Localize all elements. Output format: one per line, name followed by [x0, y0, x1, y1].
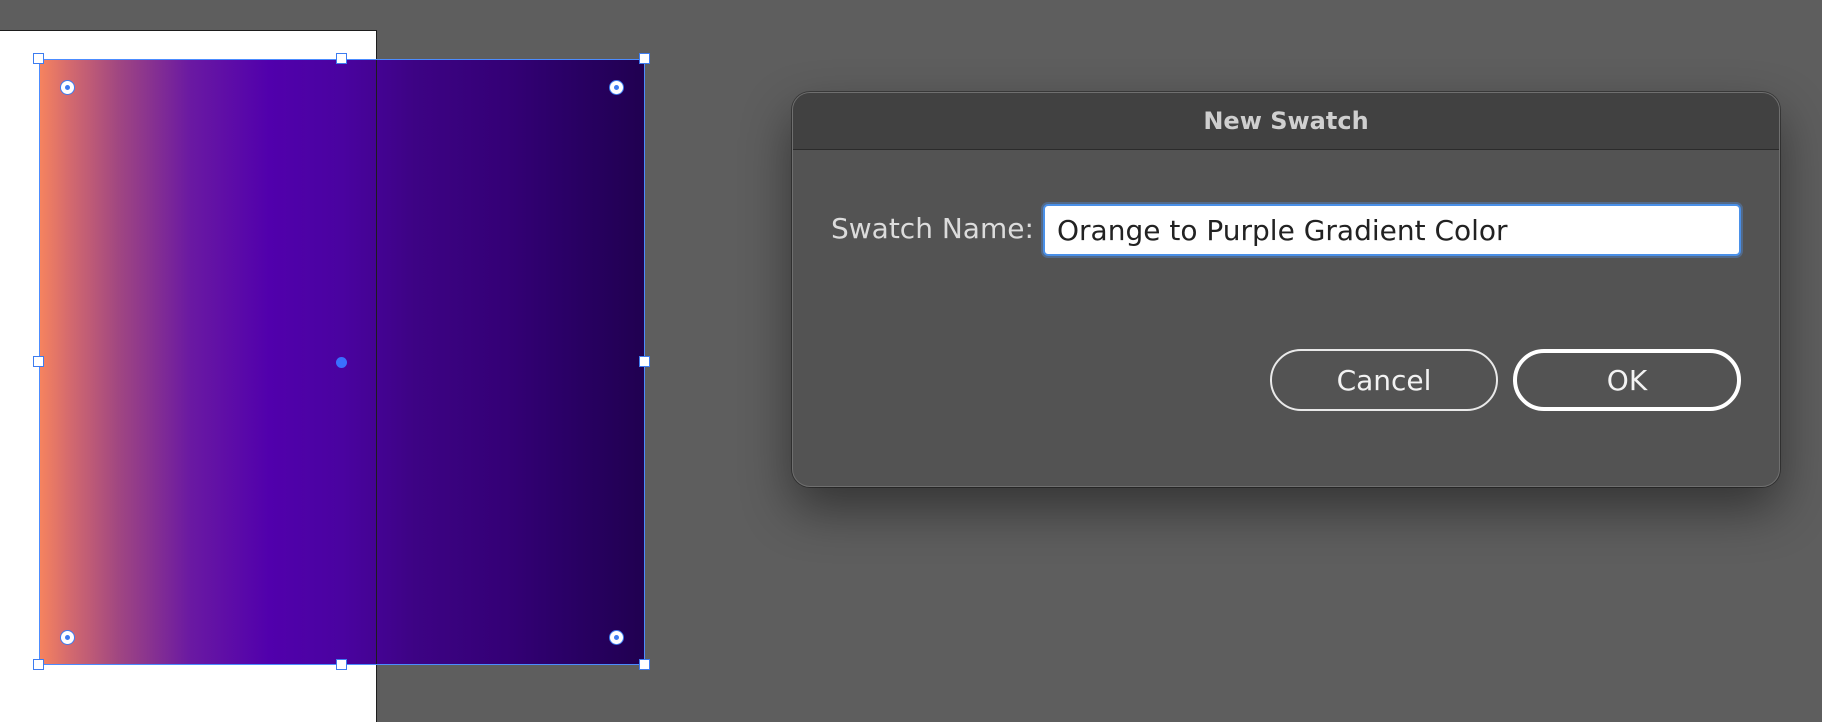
cancel-button[interactable]: Cancel: [1270, 349, 1498, 411]
dialog-titlebar: New Swatch: [793, 93, 1779, 150]
resize-handle-top-left[interactable]: [33, 53, 44, 64]
corner-radius-widget-bottom-right[interactable]: [609, 630, 624, 645]
corner-radius-widget-bottom-left[interactable]: [60, 630, 75, 645]
resize-handle-bottom-right[interactable]: [639, 659, 650, 670]
center-point-dot: [336, 357, 347, 368]
resize-handle-middle-right[interactable]: [639, 356, 650, 367]
dialog-title: New Swatch: [1203, 107, 1369, 135]
corner-radius-widget-top-left[interactable]: [60, 80, 75, 95]
resize-handle-top-middle[interactable]: [336, 53, 347, 64]
resize-handle-bottom-left[interactable]: [33, 659, 44, 670]
resize-handle-top-right[interactable]: [639, 53, 650, 64]
ok-button[interactable]: OK: [1513, 349, 1741, 411]
new-swatch-dialog: New Swatch Swatch Name: Cancel OK: [792, 92, 1780, 487]
resize-handle-bottom-middle[interactable]: [336, 659, 347, 670]
resize-handle-middle-left[interactable]: [33, 356, 44, 367]
corner-radius-widget-top-right[interactable]: [609, 80, 624, 95]
swatch-name-label: Swatch Name:: [831, 212, 1034, 245]
swatch-name-input[interactable]: [1043, 204, 1741, 256]
